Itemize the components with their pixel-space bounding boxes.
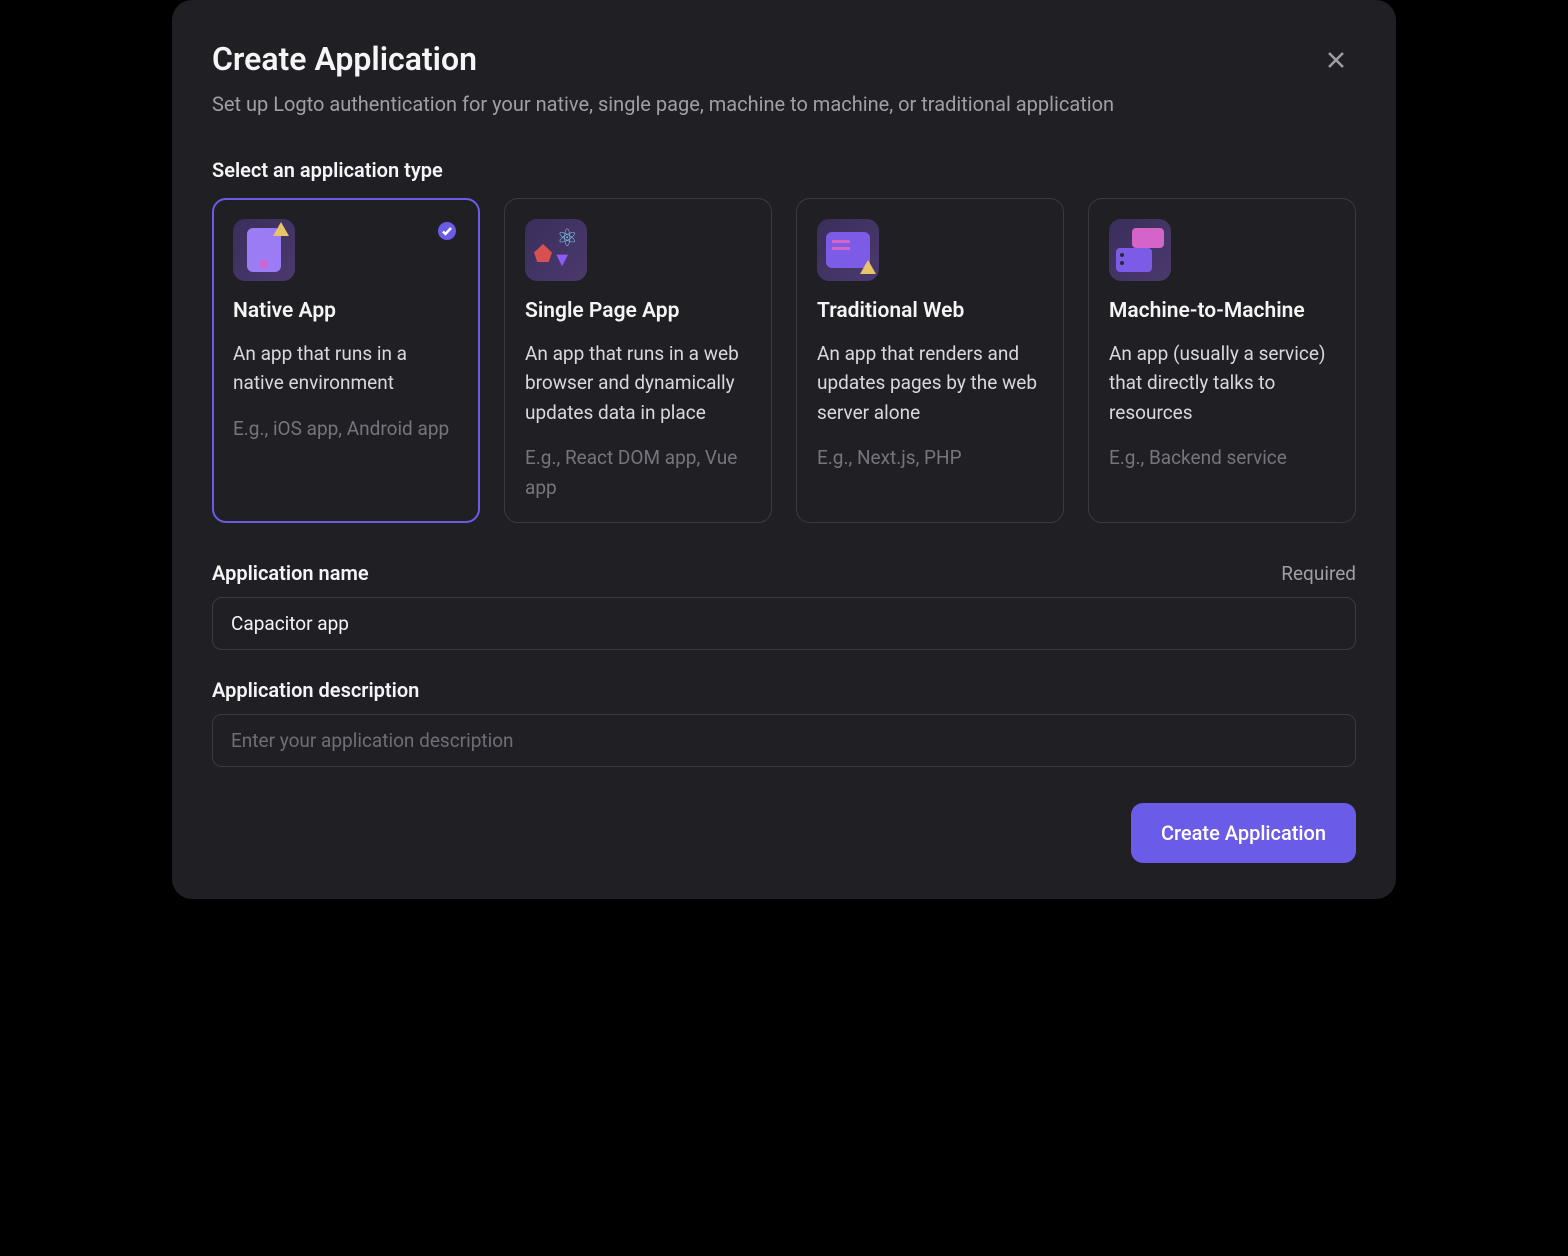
application-description-input[interactable]: [212, 714, 1356, 767]
required-label: Required: [1281, 562, 1356, 585]
app-type-card-m2m[interactable]: Machine-to-Machine An app (usually a ser…: [1088, 198, 1356, 523]
application-description-field: Application description: [212, 678, 1356, 767]
app-type-description: An app that renders and updates pages by…: [817, 339, 1043, 427]
create-application-modal: Create Application Set up Logto authenti…: [172, 0, 1396, 899]
app-type-card-traditional-web[interactable]: Traditional Web An app that renders and …: [796, 198, 1064, 523]
checkmark-icon: [438, 222, 456, 240]
app-type-description: An app that runs in a native environment: [233, 339, 459, 398]
application-name-label: Application name: [212, 561, 369, 585]
close-icon: [1324, 48, 1348, 72]
app-type-description: An app that runs in a web browser and dy…: [525, 339, 751, 427]
modal-header: Create Application Set up Logto authenti…: [212, 40, 1356, 118]
app-type-example: E.g., iOS app, Android app: [233, 414, 459, 443]
section-label-app-type: Select an application type: [212, 158, 1356, 182]
spa-icon: [525, 219, 587, 281]
modal-subtitle: Set up Logto authentication for your nat…: [212, 90, 1356, 118]
modal-title: Create Application: [212, 40, 1356, 78]
app-type-title: Machine-to-Machine: [1109, 299, 1335, 323]
app-type-title: Single Page App: [525, 299, 751, 323]
m2m-icon: [1109, 219, 1171, 281]
app-type-title: Traditional Web: [817, 299, 1043, 323]
app-type-title: Native App: [233, 299, 459, 323]
app-type-example: E.g., React DOM app, Vue app: [525, 443, 751, 502]
native-app-icon: [233, 219, 295, 281]
application-name-field: Application name Required: [212, 561, 1356, 650]
app-type-description: An app (usually a service) that directly…: [1109, 339, 1335, 427]
app-type-card-native[interactable]: Native App An app that runs in a native …: [212, 198, 480, 523]
create-application-button[interactable]: Create Application: [1131, 803, 1356, 863]
app-type-grid: Native App An app that runs in a native …: [212, 198, 1356, 523]
app-type-example: E.g., Backend service: [1109, 443, 1335, 472]
app-type-example: E.g., Next.js, PHP: [817, 443, 1043, 472]
app-type-card-spa[interactable]: Single Page App An app that runs in a we…: [504, 198, 772, 523]
application-description-label: Application description: [212, 678, 419, 702]
application-name-input[interactable]: [212, 597, 1356, 650]
traditional-web-icon: [817, 219, 879, 281]
modal-footer: Create Application: [212, 803, 1356, 863]
close-button[interactable]: [1320, 44, 1352, 76]
